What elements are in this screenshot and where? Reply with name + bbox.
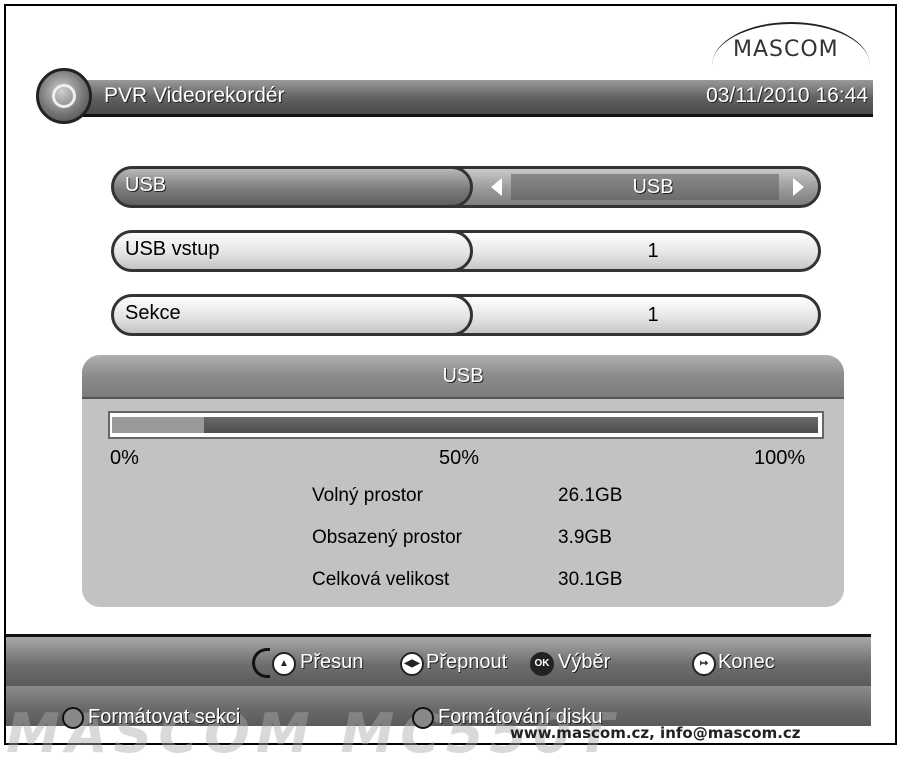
free-space-value: 26.1GB [558,485,623,506]
exit-icon: ↦ [692,652,716,676]
pvr-disc-icon [36,68,92,124]
tick-label-0: 0% [110,447,139,469]
option-row-section[interactable]: Sekce 1 [111,294,821,336]
help-move: Přesun [300,651,364,673]
brand-logo: MASCOM [733,37,839,62]
total-size-label: Celková velikost [312,569,450,590]
option-row-usb-input[interactable]: USB vstup 1 [111,230,821,272]
option-label: Sekce [125,302,181,324]
up-down-icon: ▲ [272,652,296,676]
used-space-value: 3.9GB [558,527,612,548]
option-value: USB [632,176,674,198]
usage-bar-free [204,417,818,433]
datetime: 03/11/2010 16:44 [706,84,868,107]
format-section-action[interactable]: Formátovat sekci [88,706,240,729]
help-select: Výběr [558,651,611,673]
left-right-icon: ◀▶ [400,652,424,676]
usage-bar-used [112,417,204,433]
option-value: 1 [647,304,659,326]
usb-info-panel: USB 0% 50% 100% Volný prostor 26.1GB Obs… [82,355,844,607]
total-size-value: 30.1GB [558,569,623,590]
green-button-icon [412,707,434,729]
free-space-label: Volný prostor [312,485,423,506]
arrow-left-icon[interactable] [491,178,502,196]
tick-label-100: 100% [754,447,806,469]
ok-icon: OK [530,652,554,676]
used-space-label: Obsazený prostor [312,527,462,548]
panel-title: USB [442,365,484,387]
option-value: 1 [647,240,659,262]
help-switch: Přepnout [426,651,508,673]
option-label: USB [125,174,167,196]
option-row-usb[interactable]: USB USB [111,166,821,208]
red-button-icon [62,707,84,729]
tick-label-50: 50% [439,447,480,469]
contact-info: www.mascom.cz, info@mascom.cz [510,724,801,742]
page-title: PVR Videorekordér [104,84,285,107]
help-exit: Konec [718,651,775,673]
option-label: USB vstup [125,238,220,260]
usage-progress-bar [108,411,824,439]
